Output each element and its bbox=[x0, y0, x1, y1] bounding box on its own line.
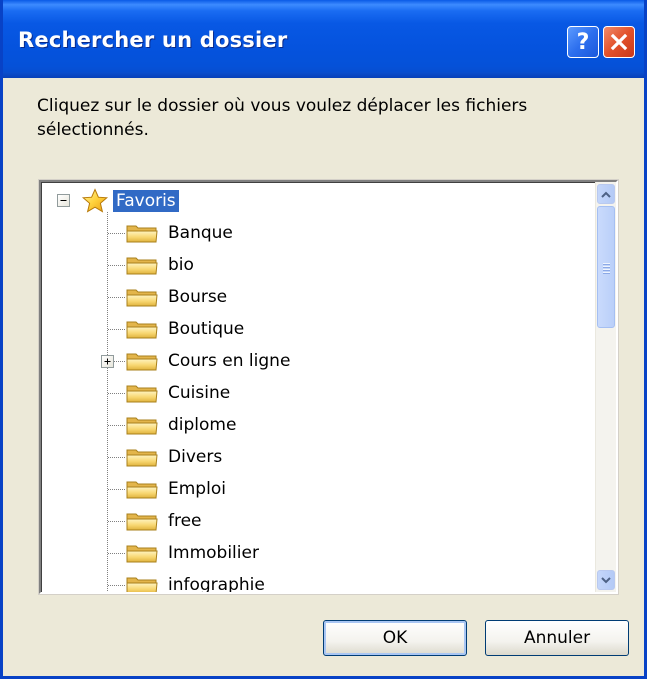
tree-connector bbox=[108, 265, 126, 266]
expand-toggle[interactable] bbox=[101, 355, 114, 368]
tree-node-folder[interactable]: Immobilier bbox=[125, 537, 262, 569]
tree-node-folder[interactable]: infographie bbox=[125, 569, 268, 592]
tree-node-label: diplome bbox=[168, 415, 237, 435]
tree-node-label: Cours en ligne bbox=[168, 351, 291, 371]
folder-icon bbox=[126, 321, 158, 339]
tree-node-label: Boutique bbox=[168, 319, 245, 339]
close-icon bbox=[610, 33, 628, 51]
tree-node-label: Emploi bbox=[168, 479, 226, 499]
star-icon bbox=[81, 188, 109, 213]
folder-icon bbox=[126, 449, 158, 467]
tree-node-folder[interactable]: diplome bbox=[125, 409, 239, 441]
tree-node-label: bio bbox=[168, 255, 194, 275]
cancel-button[interactable]: Annuler bbox=[485, 620, 629, 656]
tree-node-label: Divers bbox=[168, 447, 223, 467]
folder-icon bbox=[126, 385, 158, 403]
tree-node-folder[interactable]: free bbox=[125, 505, 205, 537]
browse-folder-dialog: Rechercher un dossier ? Cliquez sur le d… bbox=[0, 0, 647, 679]
tree-connector bbox=[107, 212, 108, 592]
folder-icon bbox=[126, 225, 158, 243]
plus-icon bbox=[104, 358, 111, 365]
collapse-toggle[interactable] bbox=[57, 194, 70, 207]
tree-connector bbox=[108, 425, 126, 426]
tree-connector bbox=[108, 233, 126, 234]
tree-connector bbox=[108, 297, 126, 298]
tree-node-folder[interactable]: Cours en ligne bbox=[125, 345, 293, 377]
tree-node-label: Banque bbox=[168, 223, 233, 243]
close-button[interactable] bbox=[603, 26, 635, 58]
tree-connector bbox=[108, 585, 126, 586]
tree-node-label: Cuisine bbox=[168, 383, 231, 403]
tree-node-folder[interactable]: Bourse bbox=[125, 281, 230, 313]
help-icon: ? bbox=[576, 29, 590, 55]
tree-node-folder[interactable]: Cuisine bbox=[125, 377, 233, 409]
vertical-scrollbar[interactable] bbox=[595, 182, 616, 592]
folder-icon bbox=[126, 577, 158, 592]
instruction-text: Cliquez sur le dossier où vous voulez dé… bbox=[37, 96, 528, 140]
minus-icon bbox=[60, 200, 67, 201]
folder-icon bbox=[126, 417, 158, 435]
tree-node-folder[interactable]: bio bbox=[125, 249, 197, 281]
tree-connector bbox=[108, 329, 126, 330]
tree-connector bbox=[108, 521, 126, 522]
chevron-down-icon bbox=[601, 576, 611, 583]
tree-connector bbox=[108, 553, 126, 554]
tree-node-folder[interactable]: Boutique bbox=[125, 313, 247, 345]
tree-node-favoris[interactable]: Favoris bbox=[81, 185, 179, 217]
folder-icon bbox=[126, 545, 158, 563]
tree-node-label: Immobilier bbox=[168, 543, 259, 563]
tree-node-label: infographie bbox=[168, 575, 265, 592]
help-button[interactable]: ? bbox=[567, 26, 599, 58]
chevron-up-icon bbox=[601, 191, 611, 198]
folder-icon bbox=[126, 353, 158, 371]
dialog-title: Rechercher un dossier bbox=[18, 28, 288, 52]
tree-connector bbox=[108, 457, 126, 458]
folder-tree-view[interactable]: Favoris Banque bio Bourse Boutique Cours… bbox=[39, 180, 618, 594]
folder-icon bbox=[126, 481, 158, 499]
tree-node-label: Favoris bbox=[113, 190, 179, 212]
scroll-down-button[interactable] bbox=[597, 570, 615, 590]
folder-icon bbox=[126, 257, 158, 275]
tree-node-folder[interactable]: Divers bbox=[125, 441, 225, 473]
title-bar[interactable]: Rechercher un dossier ? bbox=[3, 0, 644, 78]
ok-button[interactable]: OK bbox=[323, 620, 467, 656]
tree-connector bbox=[108, 489, 126, 490]
folder-icon bbox=[126, 513, 158, 531]
tree-node-label: free bbox=[168, 511, 202, 531]
tree-node-folder[interactable]: Banque bbox=[125, 217, 236, 249]
folder-tree: Favoris Banque bio Bourse Boutique Cours… bbox=[41, 182, 596, 592]
tree-node-label: Bourse bbox=[168, 287, 228, 307]
scroll-up-button[interactable] bbox=[597, 184, 615, 204]
tree-node-folder[interactable]: Emploi bbox=[125, 473, 229, 505]
scroll-thumb[interactable] bbox=[597, 206, 615, 328]
tree-connector bbox=[108, 393, 126, 394]
folder-icon bbox=[126, 289, 158, 307]
